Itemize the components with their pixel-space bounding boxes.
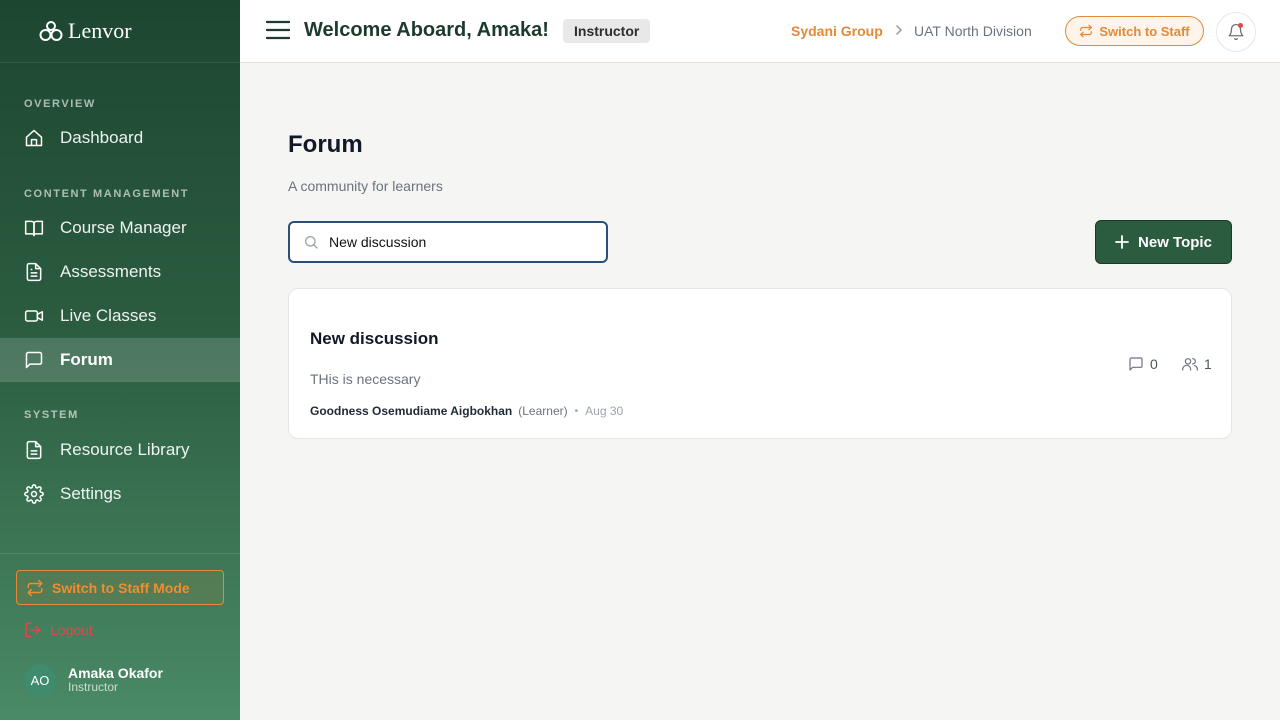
hamburger-menu-icon[interactable] xyxy=(266,20,290,40)
file-icon xyxy=(24,440,44,460)
chevron-right-icon xyxy=(896,25,903,35)
new-topic-button[interactable]: New Topic xyxy=(1095,220,1232,264)
switch-to-staff-mode-button[interactable]: Switch to Staff Mode xyxy=(16,570,224,605)
users-icon xyxy=(1182,358,1198,371)
book-icon xyxy=(24,218,44,238)
participant-count: 1 xyxy=(1182,356,1212,372)
logout-icon xyxy=(25,622,41,638)
comment-count: 0 xyxy=(1128,356,1158,372)
breadcrumb-division[interactable]: UAT North Division xyxy=(914,23,1032,39)
user-name: Amaka Okafor xyxy=(68,665,163,682)
page-subtitle: A community for learners xyxy=(288,178,443,194)
sidebar-item-label: Forum xyxy=(60,350,113,369)
search-icon xyxy=(305,236,318,249)
topic-body: THis is necessary xyxy=(310,371,421,387)
search-field[interactable] xyxy=(288,221,608,263)
section-label-overview: OVERVIEW xyxy=(24,98,96,110)
topic-author: Goodness Osemudiame Aigbokhan xyxy=(310,404,513,418)
switch-icon xyxy=(27,579,43,596)
logout-label: Logout xyxy=(50,622,93,638)
section-label-system: SYSTEM xyxy=(24,409,79,421)
notifications-button[interactable] xyxy=(1216,12,1256,52)
sidebar-item-assessments[interactable]: Assessments xyxy=(0,250,240,294)
logout-button[interactable]: Logout xyxy=(24,621,93,639)
home-icon xyxy=(24,128,44,148)
sidebar-item-label: Resource Library xyxy=(60,440,190,459)
switch-icon xyxy=(1080,24,1093,38)
sidebar-item-resource-library[interactable]: Resource Library xyxy=(0,428,240,472)
meta-separator: • xyxy=(574,405,579,417)
sidebar: Lenvor OVERVIEW Dashboard CONTENT MANAGE… xyxy=(0,0,240,720)
sidebar-item-label: Dashboard xyxy=(60,128,144,147)
sidebar-divider xyxy=(0,553,240,554)
brand-name: Lenvor xyxy=(68,18,132,43)
sidebar-item-dashboard[interactable]: Dashboard xyxy=(0,116,240,160)
sidebar-item-label: Live Classes xyxy=(60,306,157,325)
section-label-content-management: CONTENT MANAGEMENT xyxy=(24,188,190,200)
search-input[interactable] xyxy=(329,234,589,250)
sidebar-item-label: Course Manager xyxy=(60,218,187,237)
switch-label: Switch to Staff xyxy=(1099,23,1190,39)
gear-icon xyxy=(24,484,44,504)
topic-meta: Goodness Osemudiame Aigbokhan (Learner) … xyxy=(310,404,623,418)
sidebar-item-settings[interactable]: Settings xyxy=(0,472,240,516)
user-role: Instructor xyxy=(68,680,119,695)
chat-icon xyxy=(24,350,44,370)
new-topic-label: New Topic xyxy=(1138,233,1212,251)
comment-icon xyxy=(1129,357,1143,371)
topic-author-role: (Learner) xyxy=(518,404,568,418)
switch-to-staff-button[interactable]: Switch to Staff xyxy=(1065,16,1204,46)
comment-count-value: 0 xyxy=(1150,356,1158,372)
sidebar-item-label: Settings xyxy=(60,484,122,503)
topic-date: Aug 30 xyxy=(585,404,624,418)
notification-dot xyxy=(1238,23,1243,28)
top-header: Welcome Aboard, Amaka! Instructor Sydani… xyxy=(240,0,1280,63)
topic-title[interactable]: New discussion xyxy=(310,329,438,349)
role-badge: Instructor xyxy=(563,19,651,43)
sidebar-item-course-manager[interactable]: Course Manager xyxy=(0,206,240,250)
breadcrumb-organization[interactable]: Sydani Group xyxy=(791,23,883,39)
video-icon xyxy=(24,306,44,326)
logo-icon xyxy=(39,21,63,41)
sidebar-item-forum[interactable]: Forum xyxy=(0,338,240,382)
document-icon xyxy=(24,262,44,282)
page-title: Forum xyxy=(288,131,363,158)
brand-logo[interactable]: Lenvor xyxy=(0,0,240,63)
plus-icon xyxy=(1115,235,1129,249)
topic-card[interactable]: New discussion THis is necessary Goodnes… xyxy=(288,288,1232,439)
switch-mode-label: Switch to Staff Mode xyxy=(52,579,190,596)
avatar: AO xyxy=(24,664,56,696)
welcome-heading: Welcome Aboard, Amaka! xyxy=(304,19,549,41)
sidebar-item-label: Assessments xyxy=(60,262,162,281)
user-profile[interactable]: AO Amaka Okafor Instructor xyxy=(24,664,163,696)
participant-count-value: 1 xyxy=(1204,356,1212,372)
sidebar-item-live-classes[interactable]: Live Classes xyxy=(0,294,240,338)
